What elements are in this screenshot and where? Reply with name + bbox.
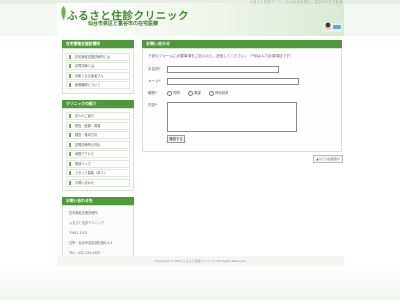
main-content: お問い合わせ 下記のフォームに必要事項をご記入の上、送信してください。（*印は入… bbox=[142, 40, 342, 152]
name-field[interactable] bbox=[167, 66, 279, 73]
sidebar-item-label: 医療機関について bbox=[75, 83, 101, 87]
header-note: ふるさと住診クリニックは仙台市泉区と富谷市の在宅医療 bbox=[249, 0, 343, 4]
page-top-button[interactable]: ▲ページの先頭へ bbox=[313, 155, 343, 163]
sidebar-item-corporation[interactable]: 法人のご紹介 bbox=[66, 112, 130, 120]
contact-form: 下記のフォームに必要事項をご記入の上、送信してください。（*印は入力必須項目です… bbox=[142, 48, 342, 152]
form-intro: 下記のフォームに必要事項をご記入の上、送信してください。（*印は入力必須項目です… bbox=[148, 54, 294, 58]
contact-info-line: ふるさと住診クリニック bbox=[69, 221, 105, 225]
bullet-icon bbox=[69, 142, 71, 147]
sidebar-item-label: 院長・医師・看護 bbox=[75, 123, 101, 128]
sidebar-heading-support: 在宅療養支援診療所 bbox=[62, 40, 134, 48]
sidebar-item-label: 法人のご紹介 bbox=[75, 114, 95, 118]
bullet-icon bbox=[69, 64, 71, 68]
bullet-icon bbox=[69, 152, 71, 156]
sidebar-item-label: お問い合わせ bbox=[75, 180, 95, 185]
bullet-icon bbox=[69, 114, 71, 118]
radio-question[interactable]: 質問 bbox=[167, 90, 180, 96]
bullet-icon bbox=[69, 54, 71, 59]
leaf-icon bbox=[61, 6, 66, 20]
submit-button[interactable]: 確認する bbox=[167, 135, 185, 143]
sidebar-box-clinic: 法人のご紹介 院長・医師・看護 理念・基本方針 訪問診療所の流れ 地図アクセス … bbox=[62, 107, 134, 191]
radio-label: 質問 bbox=[173, 91, 180, 95]
bullet-icon bbox=[69, 180, 71, 185]
sidebar-heading-clinic: クリニックの紹介 bbox=[62, 99, 134, 108]
sidebar-heading-contact: お問い合わせ先 bbox=[62, 197, 134, 205]
sidebar-box-support: 在宅療養支援診療所とは 訪問診療とは 対象となる患者さん 医療機関について bbox=[62, 48, 134, 94]
sidebar-item-staff[interactable]: 院長・医師・看護 bbox=[66, 121, 130, 130]
bullet-icon bbox=[69, 73, 71, 78]
bullet-icon bbox=[69, 161, 71, 166]
sidebar-item-label: 在宅療養支援診療所とは bbox=[75, 54, 111, 59]
sidebar-box-contact-info: 在宅療養支援診療所 ふるさと住診クリニック 〒981-3101 住所：仙台市泉区… bbox=[62, 205, 134, 261]
sidebar-item-label: 訪問診療とは bbox=[75, 64, 95, 68]
email-label: メール* bbox=[148, 79, 161, 83]
sidebar-item-home-visit[interactable]: 訪問診療とは bbox=[66, 62, 130, 70]
contact-info-line: 住所：仙台市泉区明石南6-4-5 bbox=[69, 241, 113, 245]
sidebar-item-label: 理念・基本方針 bbox=[75, 133, 98, 137]
sidebar-item-philosophy[interactable]: 理念・基本方針 bbox=[66, 131, 130, 139]
name-label: お名前* bbox=[148, 67, 161, 71]
content-textarea[interactable] bbox=[167, 102, 297, 132]
header: ふるさと住診クリニックは仙台市泉区と富谷市の在宅医療 ふるさと住診クリニック 仙… bbox=[0, 0, 400, 37]
radio-icon bbox=[167, 90, 172, 96]
sidebar-item-label: 関連リンク bbox=[75, 161, 91, 166]
sidebar-item-patients[interactable]: 対象となる患者さん bbox=[66, 71, 130, 80]
bullet-icon bbox=[69, 171, 71, 175]
sidebar-item-flow[interactable]: 訪問診療所の流れ bbox=[66, 140, 130, 149]
sidebar-item-label: 訪問診療所の流れ bbox=[75, 142, 101, 147]
sidebar-item-support-about[interactable]: 在宅療養支援診療所とは bbox=[66, 52, 130, 61]
bottom-background bbox=[0, 266, 400, 300]
radio-label: 要望 bbox=[194, 91, 201, 95]
type-label: 種別* bbox=[148, 91, 157, 95]
logo-character-icon bbox=[322, 22, 342, 32]
contact-info-line: 在宅療養支援診療所 bbox=[69, 211, 98, 215]
sidebar-item-recruit[interactable]: スタッフ募集（求人） bbox=[66, 169, 130, 177]
copyright: Copyright © 2016 ふるさと住診クリニック All Rights … bbox=[154, 259, 247, 263]
sidebar-item-label: 地図アクセス bbox=[75, 152, 94, 156]
content-label: 内容* bbox=[148, 103, 157, 107]
sidebar: 在宅療養支援診療所 在宅療養支援診療所とは 訪問診療とは 対象となる患者さん 医… bbox=[62, 40, 134, 267]
radio-icon bbox=[188, 90, 193, 96]
sidebar-item-label: スタッフ募集（求人） bbox=[75, 171, 107, 175]
site-subtitle: 仙台市泉区と富谷市の在宅医療 bbox=[88, 21, 159, 27]
email-field[interactable] bbox=[167, 78, 299, 85]
sidebar-item-contact[interactable]: お問い合わせ bbox=[66, 178, 130, 187]
bullet-icon bbox=[69, 83, 71, 87]
bullet-icon bbox=[69, 133, 71, 137]
radio-label: 資料請求 bbox=[215, 91, 229, 95]
sidebar-item-label: 対象となる患者さん bbox=[75, 73, 104, 78]
footer: Copyright © 2016 ふるさと住診クリニック All Rights … bbox=[57, 256, 344, 266]
sidebar-item-links[interactable]: 関連リンク bbox=[66, 159, 130, 168]
sidebar-item-access[interactable]: 地図アクセス bbox=[66, 150, 130, 158]
bullet-icon bbox=[69, 123, 71, 128]
radio-icon bbox=[209, 90, 214, 96]
contact-info-line: 〒981-3101 bbox=[69, 231, 88, 235]
radio-request[interactable]: 要望 bbox=[188, 90, 201, 96]
page-title: お問い合わせ bbox=[142, 40, 342, 48]
sidebar-item-institutions[interactable]: 医療機関について bbox=[66, 81, 130, 89]
radio-materials[interactable]: 資料請求 bbox=[209, 90, 229, 96]
